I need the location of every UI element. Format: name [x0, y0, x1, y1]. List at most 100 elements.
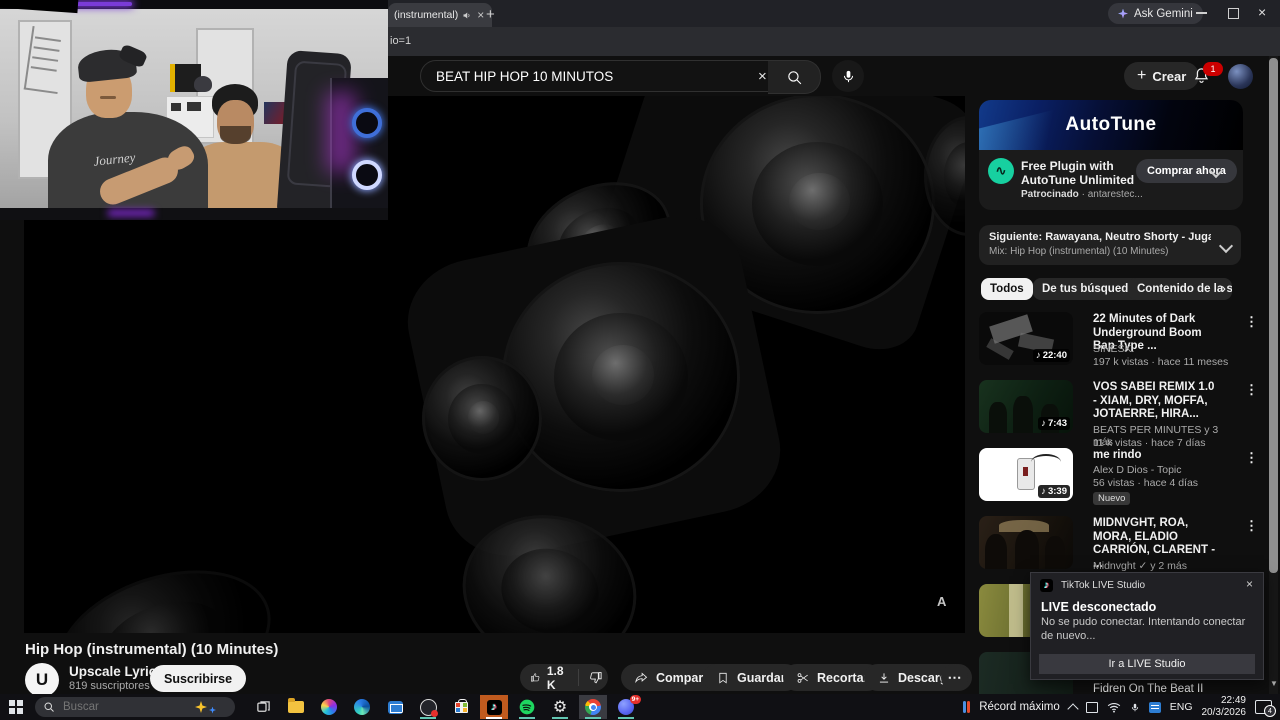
ad-headline-line1[interactable]: Free Plugin with [1021, 159, 1114, 173]
create-button[interactable]: + Crear [1124, 62, 1200, 90]
bookmark-icon [719, 672, 727, 683]
photos-app-button[interactable] [315, 695, 343, 719]
page-scrollbar-thumb[interactable] [1269, 58, 1278, 573]
taskbar-search[interactable] [35, 697, 235, 717]
address-bar-url[interactable]: io=1 [390, 35, 411, 47]
tiktok-toast[interactable]: ♪ TikTok LIVE Studio × LIVE desconectado… [1030, 572, 1264, 680]
task-view-button[interactable] [249, 695, 277, 719]
speaker-art [39, 545, 289, 633]
language-indicator[interactable]: ENG [1170, 701, 1193, 713]
toast-close-icon[interactable]: × [1246, 577, 1253, 591]
toast-body: No se pudo conectar. Intentando conectar… [1041, 616, 1246, 642]
up-next-card[interactable]: Siguiente: Rawayana, Neutro Shorty - Jug… [979, 225, 1241, 265]
search-icon [44, 702, 54, 712]
tray-chat-icon[interactable] [1148, 701, 1161, 713]
settings-button[interactable]: ⚙ [546, 695, 574, 719]
like-button[interactable]: 1.8 K [520, 664, 579, 692]
webcam-art [0, 0, 79, 14]
up-next-title: Siguiente: Rawayana, Neutro Shorty - Jug… [989, 231, 1211, 243]
edge-button[interactable] [348, 695, 376, 719]
ask-gemini-button[interactable]: Ask Gemini [1108, 3, 1203, 24]
search-box[interactable] [420, 60, 770, 92]
download-icon [879, 672, 889, 683]
tab-close-icon[interactable]: × [477, 8, 484, 22]
scrollbar-down-arrow[interactable]: ▼ [1270, 679, 1278, 688]
subscribe-button[interactable]: Suscribirse [150, 665, 247, 692]
window-minimize-button[interactable] [1196, 12, 1207, 14]
channel-avatar[interactable]: U [25, 663, 59, 697]
duration-badge: ♪ 7:43 [1038, 417, 1070, 430]
video-menu-icon[interactable]: ⋮ [1245, 518, 1258, 534]
notification-count: 4 [1264, 705, 1276, 717]
window-maximize-button[interactable] [1228, 8, 1239, 19]
tray-mic-icon[interactable] [1130, 701, 1140, 714]
ad-banner[interactable]: AutoTune [979, 100, 1243, 150]
video-thumbnail[interactable]: ♪ 22:40 [979, 312, 1073, 365]
webcam-art [220, 126, 251, 144]
search-input[interactable] [421, 67, 738, 85]
suggested-video-row[interactable]: MIDNVGHT, ROA, MORA, ELADIO CARRIÓN, CLA… [979, 516, 1258, 585]
suggested-video-row[interactable]: ♪ 7:43 VOS SABEI REMIX 1.0 - XIAM, DRY, M… [979, 380, 1258, 449]
chrome-button[interactable] [579, 695, 607, 719]
share-icon [635, 672, 648, 684]
video-title: VOS SABEI REMIX 1.0 - XIAM, DRY, MOFFA, … [1093, 381, 1215, 420]
sponsored-label: Patrocinado [1021, 189, 1079, 200]
tiktok-icon: ♪ [1040, 579, 1053, 592]
voice-search-button[interactable] [832, 60, 864, 92]
mail-app-button[interactable] [381, 695, 409, 719]
up-next-mix: Mix: Hip Hop (instrumental) (10 Minutes) [989, 246, 1169, 257]
tray-expand-icon[interactable] [1067, 702, 1079, 715]
browser-tab[interactable]: (instrumental) × [388, 3, 492, 27]
file-explorer-button[interactable] [282, 695, 310, 719]
clip-label: Recortar [817, 670, 869, 685]
advertiser-logo[interactable]: ∿ [988, 158, 1014, 184]
ad-headline-line2[interactable]: AutoTune Unlimited [1021, 173, 1134, 187]
spotify-button[interactable] [513, 695, 541, 719]
new-tab-button[interactable]: + [486, 6, 495, 23]
suggested-video-row[interactable]: ♪ 3:39 me rindo Alex D Dios - Topic 56 vi… [979, 448, 1258, 508]
clock[interactable]: 22:49 20/3/2026 [1202, 695, 1247, 719]
new-badge: Nuevo [1093, 492, 1131, 505]
ad-card: AutoTune ∿ Free Plugin with AutoTune Unl… [979, 100, 1243, 210]
video-thumbnail[interactable]: ♪ 3:39 [979, 448, 1073, 501]
ad-brand: AutoTune [1065, 114, 1157, 135]
duration-badge: ♪ 3:39 [1038, 485, 1070, 498]
more-actions-button[interactable]: ⋯ [941, 664, 968, 691]
video-meta: 56 vistas · hace 4 días [1093, 477, 1199, 489]
tab-audio-icon[interactable] [462, 11, 471, 20]
chip-serie[interactable]: Contenido de la ser [1128, 278, 1232, 300]
start-button[interactable] [9, 700, 23, 714]
wifi-icon[interactable] [1107, 702, 1121, 713]
webcam-overlay[interactable]: Journey [0, 0, 388, 220]
ad-sponsored-row: Patrocinado · antarestec... [1021, 189, 1143, 200]
search-clear-icon[interactable]: × [758, 68, 767, 85]
toast-action-button[interactable]: Ir a LIVE Studio [1039, 654, 1255, 674]
save-label: Guardar [737, 670, 786, 685]
chip-todos[interactable]: Todos [981, 278, 1033, 300]
tray-window-icon[interactable] [1085, 701, 1098, 713]
taskbar: ♪ ⚙ 9+ Récord máximo ENG 22:49 20/3/2026 [0, 694, 1280, 720]
channel-watermark[interactable]: A [937, 594, 946, 609]
taskbar-search-input[interactable] [61, 700, 175, 714]
youtube-account-avatar[interactable] [1228, 64, 1253, 89]
tab-title: (instrumental) [394, 9, 459, 21]
chips-scroll-arrow[interactable]: › [1221, 280, 1226, 297]
video-menu-icon[interactable]: ⋮ [1245, 382, 1258, 398]
window-close-button[interactable]: × [1258, 4, 1266, 20]
video-thumbnail[interactable] [979, 516, 1073, 569]
weather-icon [963, 701, 971, 713]
notification-center-icon[interactable]: 4 [1255, 700, 1276, 717]
obs-studio-button[interactable] [414, 695, 442, 719]
dislike-button[interactable] [586, 670, 613, 685]
microsoft-store-button[interactable] [447, 695, 475, 719]
video-thumbnail[interactable]: ♪ 7:43 [979, 380, 1073, 433]
thumbs-down-icon [589, 672, 602, 684]
video-menu-icon[interactable]: ⋮ [1245, 314, 1258, 330]
suggested-video-row[interactable]: ♪ 22:40 22 Minutes of Dark Underground Bo… [979, 312, 1258, 372]
channel-initial: U [35, 670, 49, 689]
weather-widget[interactable]: Récord máximo [979, 701, 1060, 713]
tiktok-live-studio-button[interactable]: ♪ [480, 695, 508, 719]
discord-button[interactable]: 9+ [612, 695, 641, 719]
video-menu-icon[interactable]: ⋮ [1245, 450, 1258, 466]
search-button[interactable] [768, 60, 821, 94]
